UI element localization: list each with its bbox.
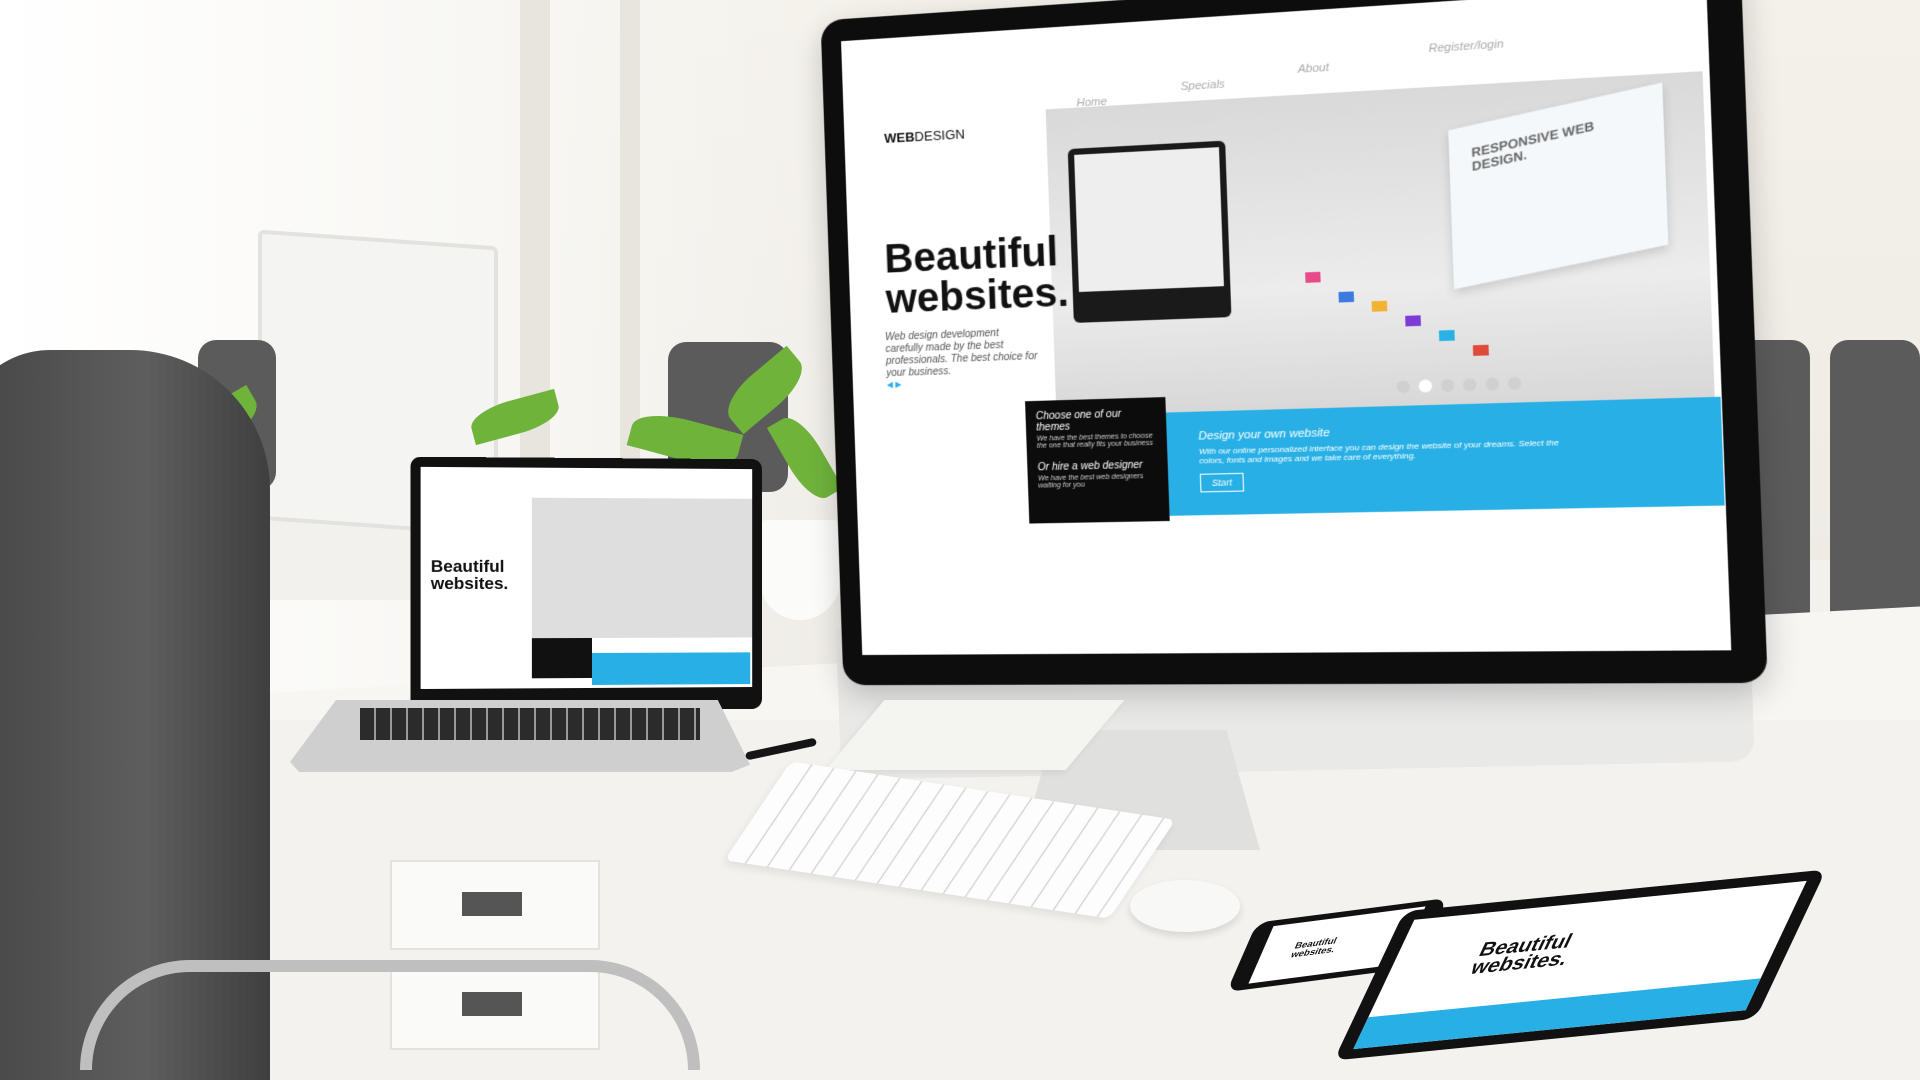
drawer [390,860,600,950]
laptop-screen: Beautiful websites. [421,467,753,689]
laptop-lid: Beautiful websites. [410,457,762,712]
imac-frame: WEBDESIGN Home Specials About Register/l… [821,0,1768,685]
themes-box: Choose one of our themes We have the bes… [1025,397,1170,523]
responsive-card-title: RESPONSIVE WEB DESIGN. [1471,119,1595,174]
logo-thin: DESIGN [914,126,965,144]
slider-arrows[interactable]: ◀ ▶ [887,380,902,390]
laptop-design-box [592,652,750,685]
hero-tile [1372,301,1388,312]
hero-tile [1473,345,1489,356]
chair-armrest [80,960,700,1070]
site-logo[interactable]: WEBDESIGN [884,126,965,146]
hero-mockup-screen [1074,147,1224,292]
laptop-keyboard [360,708,700,740]
laptop-hero-panel [532,498,752,638]
hero-tile [1439,330,1455,341]
design-heading: Design your own website [1198,417,1687,442]
imac: WEBDESIGN Home Specials About Register/l… [832,20,1688,770]
mouse [1130,880,1240,932]
plant-pot [760,520,840,620]
start-button[interactable]: Start [1200,473,1244,493]
design-text: With our online personalized interface y… [1199,438,1562,466]
phone-hero-title: Beautiful websites. [1289,936,1340,959]
designer-text: We have the best web designers waiting f… [1038,473,1158,490]
nav-about[interactable]: About [1298,61,1330,75]
hero-tile [1305,272,1321,283]
hero-tile [1338,291,1354,302]
designer-heading[interactable]: Or hire a web designer [1037,459,1157,473]
tablet-hero-title: Beautiful websites. [1468,932,1580,977]
slider-dot[interactable] [1508,377,1522,390]
drawer-handle [462,892,522,916]
hero-title: Beautiful websites. [884,230,1090,320]
themes-heading[interactable]: Choose one of our themes [1036,408,1156,434]
hero-subtitle: Web design development carefully made by… [885,326,1039,380]
slider-dot[interactable] [1485,377,1499,390]
themes-text: We have the best themes to choose the on… [1037,432,1157,449]
design-own-box: Design your own website With our online … [1166,397,1725,516]
logo-bold: WEB [884,129,915,146]
laptop-title-line1: Beautiful [431,558,508,575]
laptop-themes-box [532,638,592,678]
laptop-title-line2: websites. [431,575,508,592]
nav-register-login[interactable]: Register/login [1428,38,1503,55]
hero-tile [1405,315,1421,326]
background-chair [1830,340,1920,650]
hero-title-line2: websites. [885,271,1090,320]
slider-dot[interactable] [1441,379,1455,392]
office-scene: WEBDESIGN Home Specials About Register/l… [0,0,1920,1080]
slider-dot-active[interactable] [1419,380,1433,393]
slider-dot[interactable] [1396,380,1410,393]
nav-specials[interactable]: Specials [1180,78,1225,93]
hero-mockup-monitor [1068,141,1232,323]
imac-screen: WEBDESIGN Home Specials About Register/l… [841,0,1731,655]
slider-dot[interactable] [1463,378,1477,391]
laptop-hero-title: Beautiful websites. [431,558,508,592]
